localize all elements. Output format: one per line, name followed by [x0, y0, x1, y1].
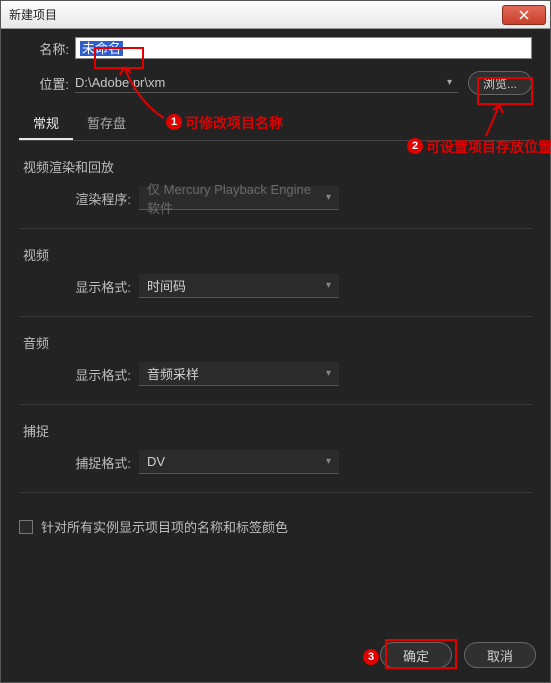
chevron-down-icon: ▾	[447, 77, 452, 88]
ok-button[interactable]: 确定	[380, 642, 452, 668]
renderer-dropdown: 仅 Mercury Playback Engine 软件 ▾	[139, 186, 339, 210]
location-value: D:\Adobe pr\xm	[75, 73, 458, 93]
section-render-title: 视频渲染和回放	[19, 157, 532, 176]
checkbox-row: 针对所有实例显示项目项的名称和标签颜色	[19, 517, 532, 536]
show-names-checkbox[interactable]	[19, 520, 33, 534]
section-video-title: 视频	[19, 245, 532, 264]
chevron-down-icon: ▾	[326, 456, 331, 467]
new-project-dialog: 新建项目 名称: 未命名 位置: D:\Adobe pr\xm ▾ 浏览... …	[0, 0, 551, 683]
titlebar: 新建项目	[1, 1, 550, 29]
location-row: 位置: D:\Adobe pr\xm ▾ 浏览...	[19, 71, 532, 95]
show-names-label: 针对所有实例显示项目项的名称和标签颜色	[41, 517, 288, 536]
chevron-down-icon: ▾	[326, 280, 331, 291]
close-icon	[519, 10, 529, 20]
renderer-label: 渲染程序:	[19, 189, 139, 208]
capture-format-label: 捕捉格式:	[19, 453, 139, 472]
name-input[interactable]: 未命名	[75, 37, 532, 59]
dialog-footer: 确定 取消	[380, 642, 536, 668]
tabs: 常规 暂存盘	[19, 107, 532, 141]
close-button[interactable]	[502, 5, 546, 25]
audio-format-value: 音频采样	[147, 364, 199, 383]
name-label: 名称:	[19, 39, 75, 58]
audio-format-label: 显示格式:	[19, 365, 139, 384]
window-title: 新建项目	[1, 6, 57, 23]
section-video: 视频 显示格式: 时间码 ▾	[19, 245, 532, 317]
location-dropdown[interactable]: D:\Adobe pr\xm ▾	[75, 73, 458, 93]
name-value: 未命名	[80, 41, 123, 56]
video-format-dropdown[interactable]: 时间码 ▾	[139, 274, 339, 298]
capture-format-dropdown[interactable]: DV ▾	[139, 450, 339, 474]
audio-format-dropdown[interactable]: 音频采样 ▾	[139, 362, 339, 386]
section-audio-title: 音频	[19, 333, 532, 352]
renderer-value: 仅 Mercury Playback Engine 软件	[147, 179, 326, 217]
video-format-value: 时间码	[147, 276, 186, 295]
section-capture: 捕捉 捕捉格式: DV ▾	[19, 421, 532, 493]
section-capture-title: 捕捉	[19, 421, 532, 440]
section-audio: 音频 显示格式: 音频采样 ▾	[19, 333, 532, 405]
name-row: 名称: 未命名	[19, 37, 532, 59]
browse-button[interactable]: 浏览...	[468, 71, 532, 95]
location-label: 位置:	[19, 74, 75, 93]
cancel-button[interactable]: 取消	[464, 642, 536, 668]
chevron-down-icon: ▾	[326, 192, 331, 203]
tab-scratch[interactable]: 暂存盘	[73, 107, 140, 140]
video-format-label: 显示格式:	[19, 277, 139, 296]
chevron-down-icon: ▾	[326, 368, 331, 379]
capture-format-value: DV	[147, 454, 165, 469]
dialog-content: 名称: 未命名 位置: D:\Adobe pr\xm ▾ 浏览... 常规 暂存…	[19, 37, 532, 664]
tab-general[interactable]: 常规	[19, 107, 73, 140]
section-render: 视频渲染和回放 渲染程序: 仅 Mercury Playback Engine …	[19, 157, 532, 229]
